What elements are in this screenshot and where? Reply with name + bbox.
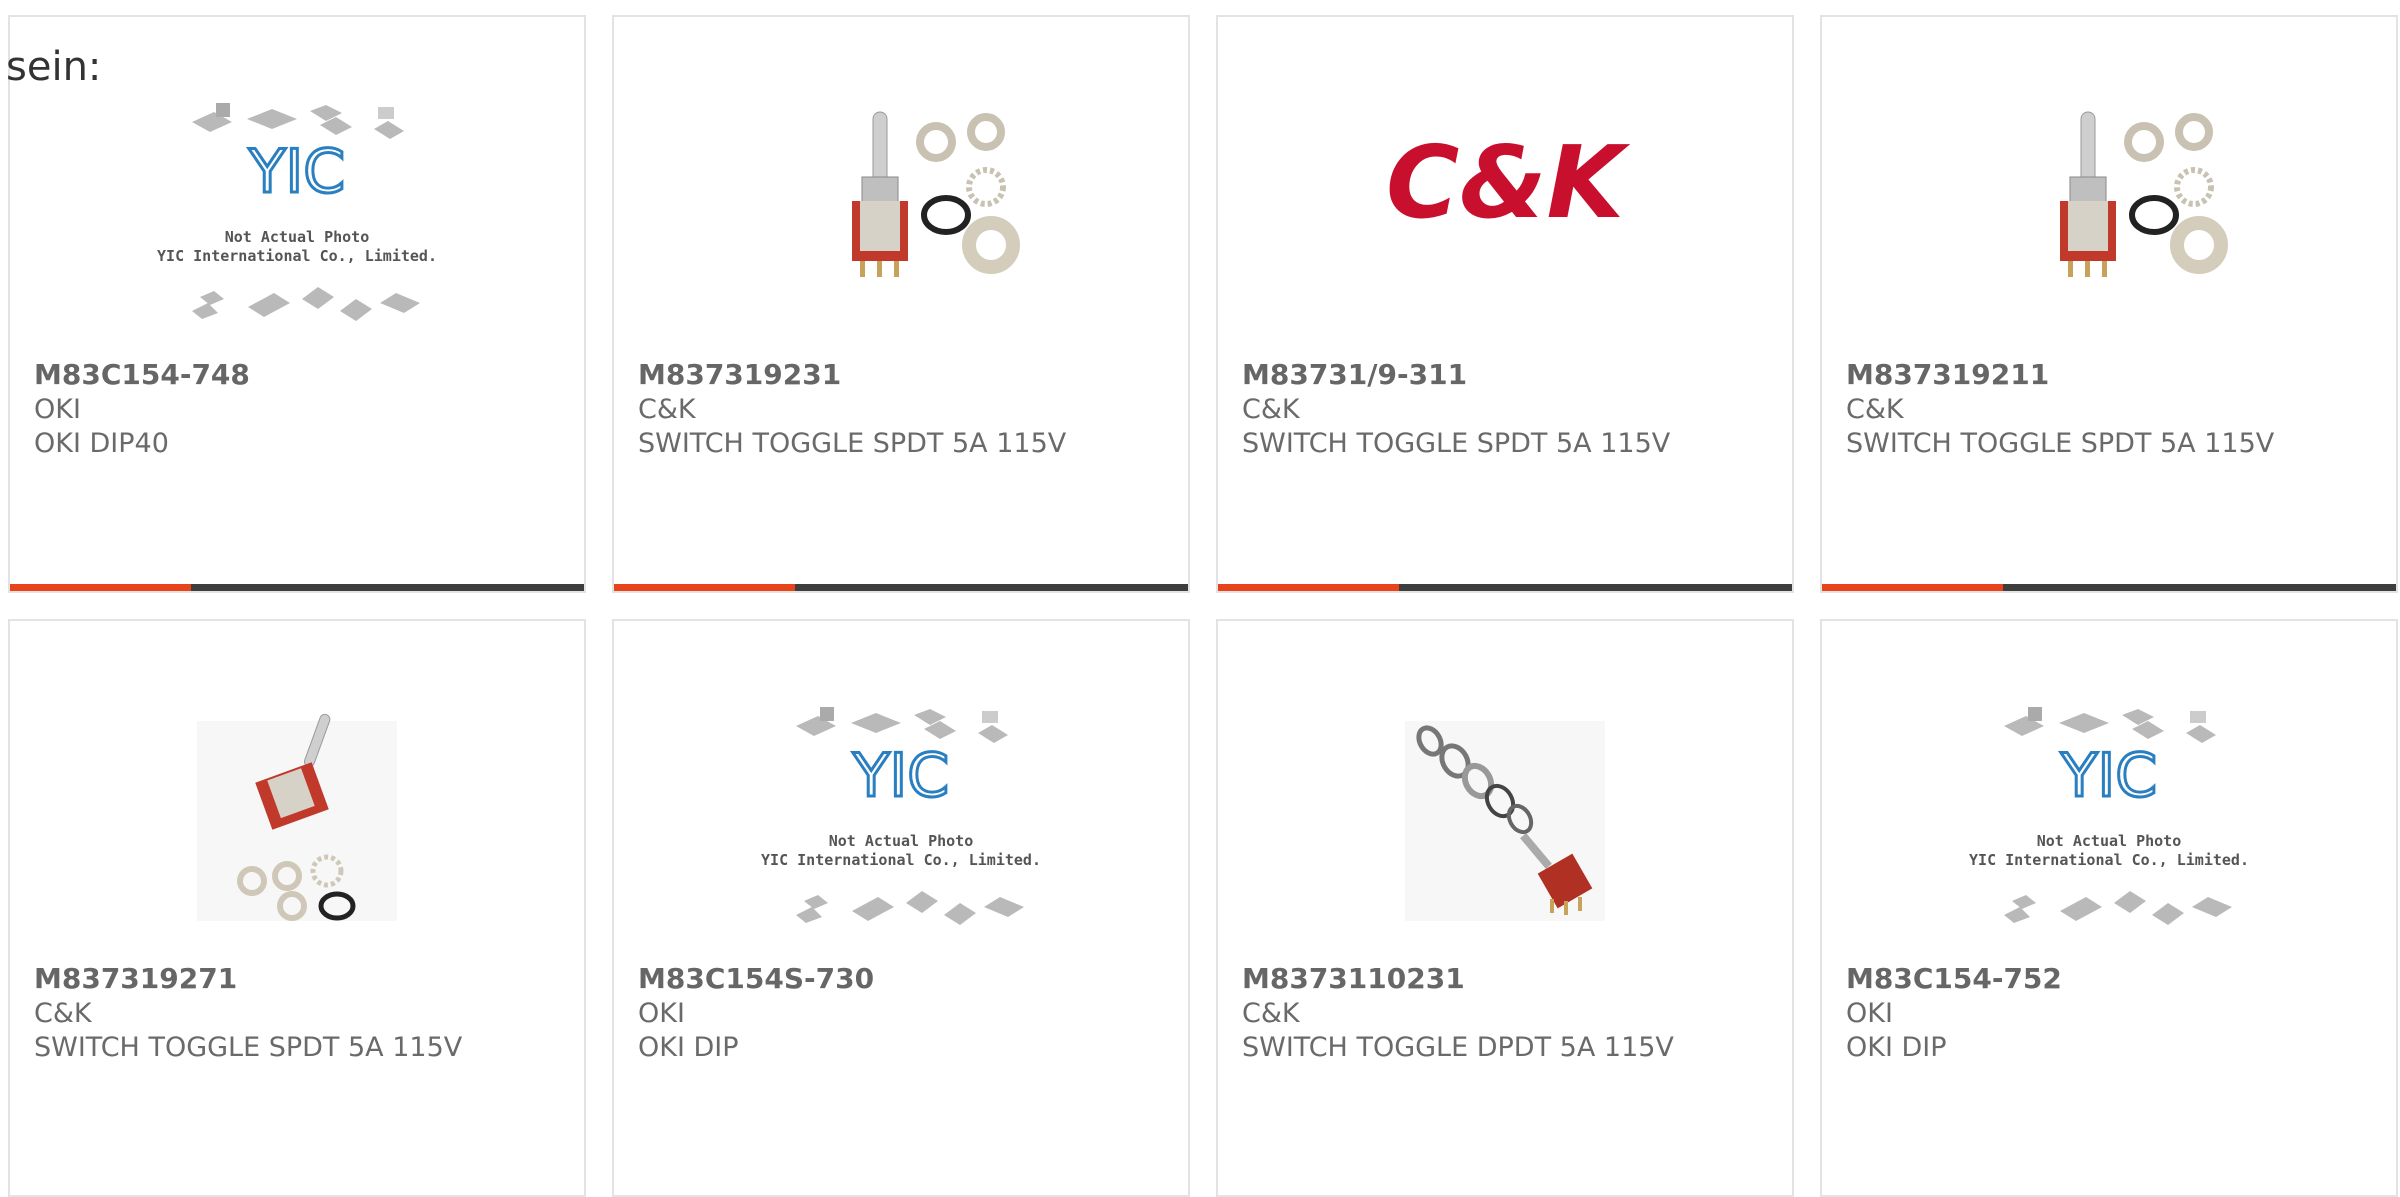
product-card[interactable]: M837319231 C&K SWITCH TOGGLE SPDT 5A 115… <box>612 15 1190 593</box>
toggle-switch-image <box>756 97 1046 357</box>
toggle-switch-side-image <box>152 701 442 961</box>
card-accent-bar <box>1218 584 1792 591</box>
description: OKI DIP40 <box>34 428 169 459</box>
product-card[interactable]: M837319211 C&K SWITCH TOGGLE SPDT 5A 115… <box>1820 15 2398 593</box>
svg-text:YIC International Co., Limited: YIC International Co., Limited. <box>1969 851 2249 869</box>
yic-logo-icon: YIC <box>2060 741 2157 811</box>
part-number[interactable]: M83C154-752 <box>1846 961 2376 997</box>
card-accent-bar <box>1822 584 2396 591</box>
card-accent-bar <box>10 584 584 591</box>
description: SWITCH TOGGLE SPDT 5A 115V <box>1846 428 2275 459</box>
description: SWITCH TOGGLE SPDT 5A 115V <box>34 1032 463 1063</box>
manufacturer: C&K <box>34 998 92 1029</box>
product-grid: YIC Not Actual Photo YIC International C… <box>8 15 2398 1197</box>
yic-logo-icon: YIC <box>852 741 949 811</box>
part-number[interactable]: M8373110231 <box>1242 961 1772 997</box>
description: SWITCH TOGGLE SPDT 5A 115V <box>638 428 1067 459</box>
manufacturer: C&K <box>1846 394 1904 425</box>
product-card[interactable]: YIC Not Actual Photo YIC International C… <box>612 619 1190 1197</box>
part-number[interactable]: M837319211 <box>1846 357 2376 393</box>
product-card[interactable]: YIC Not Actual Photo YIC International C… <box>8 15 586 593</box>
placeholder-image: YIC Not Actual Photo YIC International C… <box>152 97 442 357</box>
manufacturer: C&K <box>1242 394 1300 425</box>
part-number[interactable]: M83C154-748 <box>34 357 564 393</box>
ck-logo-image: C&K <box>1360 97 1650 357</box>
svg-text:Not Actual Photo: Not Actual Photo <box>2037 832 2182 850</box>
product-card[interactable]: M8373110231 C&K SWITCH TOGGLE DPDT 5A 11… <box>1216 619 1794 1197</box>
manufacturer: OKI <box>34 394 81 425</box>
yic-logo-icon: YIC <box>248 137 345 207</box>
manufacturer: OKI <box>1846 998 1893 1029</box>
svg-text:Not Actual Photo: Not Actual Photo <box>225 228 370 246</box>
manufacturer: OKI <box>638 998 685 1029</box>
placeholder-image: YIC Not Actual Photo YIC International C… <box>1964 701 2254 961</box>
product-card[interactable]: YIC Not Actual Photo YIC International C… <box>1820 619 2398 1197</box>
part-number[interactable]: M837319231 <box>638 357 1168 393</box>
product-card[interactable]: M837319271 C&K SWITCH TOGGLE SPDT 5A 115… <box>8 619 586 1197</box>
ck-logo-icon: C&K <box>1386 124 1631 241</box>
description: OKI DIP <box>1846 1032 1947 1063</box>
part-number[interactable]: M837319271 <box>34 961 564 997</box>
toggle-switch-exploded-image <box>1360 701 1650 961</box>
part-number[interactable]: M83731/9-311 <box>1242 357 1772 393</box>
manufacturer: C&K <box>1242 998 1300 1029</box>
intro-text: sein: <box>6 44 102 90</box>
product-card[interactable]: C&K M83731/9-311 C&K SWITCH TOGGLE SPDT … <box>1216 15 1794 593</box>
svg-text:YIC International Co., Limited: YIC International Co., Limited. <box>761 851 1041 869</box>
manufacturer: C&K <box>638 394 696 425</box>
svg-text:YIC International Co., Limited: YIC International Co., Limited. <box>157 247 437 265</box>
svg-text:Not Actual Photo: Not Actual Photo <box>829 832 974 850</box>
description: SWITCH TOGGLE DPDT 5A 115V <box>1242 1032 1674 1063</box>
placeholder-image: YIC Not Actual Photo YIC International C… <box>756 701 1046 961</box>
description: SWITCH TOGGLE SPDT 5A 115V <box>1242 428 1671 459</box>
card-accent-bar <box>614 584 1188 591</box>
part-number[interactable]: M83C154S-730 <box>638 961 1168 997</box>
description: OKI DIP <box>638 1032 739 1063</box>
toggle-switch-image <box>1964 97 2254 357</box>
